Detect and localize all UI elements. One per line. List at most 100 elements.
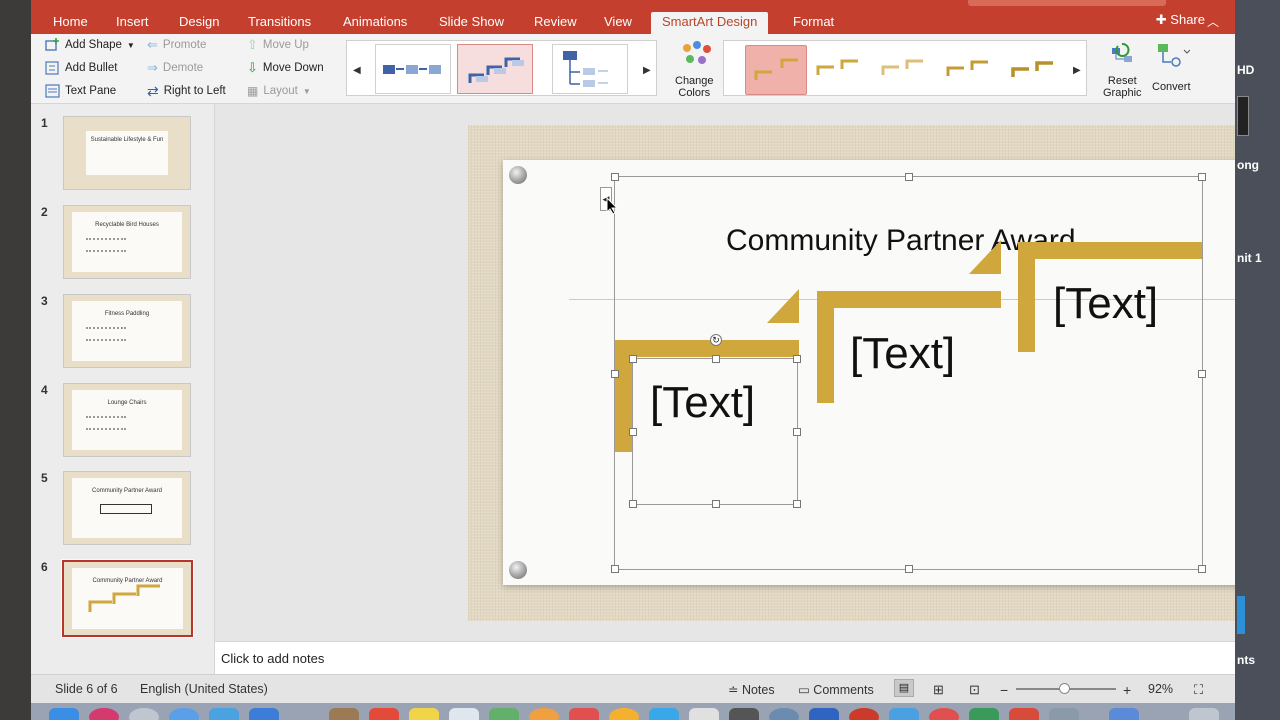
style-thumbnail[interactable] <box>810 45 872 95</box>
change-colors-button[interactable]: Change Colors <box>671 40 721 100</box>
slide-6[interactable]: Community Partner Award [Text] [Text] [T… <box>468 125 1235 621</box>
app-icon[interactable] <box>609 708 639 720</box>
app-icon[interactable] <box>649 708 679 720</box>
promote-button[interactable]: ⇐ Promote <box>147 35 206 55</box>
resize-handle[interactable] <box>611 565 619 573</box>
language-indicator[interactable]: English (United States) <box>140 682 268 696</box>
resize-handle[interactable] <box>1198 173 1206 181</box>
app-icon[interactable] <box>529 708 559 720</box>
resize-handle[interactable] <box>1198 565 1206 573</box>
zoom-slider[interactable] <box>1016 683 1116 694</box>
app-icon[interactable] <box>929 708 959 720</box>
tab-review[interactable]: Review <box>534 12 577 34</box>
app-icon[interactable] <box>889 708 919 720</box>
tab-format[interactable]: Format <box>793 12 834 34</box>
style-thumbnail[interactable] <box>940 45 1002 95</box>
app-icon[interactable] <box>1049 708 1079 720</box>
tab-smartart-design[interactable]: SmartArt Design <box>651 12 769 34</box>
app-icon[interactable] <box>89 708 119 720</box>
rotate-handle-icon[interactable]: ↻ <box>710 334 722 346</box>
desktop-file-icon[interactable] <box>1237 96 1249 136</box>
layout-thumbnail-selected[interactable] <box>457 44 533 94</box>
convert-button[interactable]: Convert <box>1149 40 1197 100</box>
trash-icon[interactable] <box>1189 708 1219 720</box>
powerpoint-icon[interactable] <box>849 708 879 720</box>
resize-handle[interactable] <box>629 355 637 363</box>
gallery-next-icon[interactable]: ▶ <box>643 65 651 76</box>
fit-to-window-icon[interactable]: ⛶ <box>1194 682 1203 698</box>
gallery-next-icon[interactable]: ▶ <box>1073 65 1081 76</box>
slide-thumbnail[interactable]: Fitness Paddling <box>63 294 191 368</box>
resize-handle[interactable] <box>905 173 913 181</box>
normal-view-icon[interactable]: ▤ <box>894 679 914 697</box>
text-pane-button[interactable]: Text Pane <box>45 81 116 101</box>
slide-thumbnail-selected[interactable]: Community Partner Award <box>61 559 194 638</box>
desktop-folder-icon[interactable] <box>1237 596 1245 634</box>
slide-thumbnail[interactable]: Sustainable Lifestyle & Fun <box>63 116 191 190</box>
right-to-left-button[interactable]: ⇄ Right to Left <box>147 81 226 101</box>
slide-thumbnail[interactable]: Lounge Chairs <box>63 383 191 457</box>
app-icon[interactable] <box>449 708 479 720</box>
demote-button[interactable]: ⇒ Demote <box>147 58 203 78</box>
resize-handle[interactable] <box>905 565 913 573</box>
resize-handle[interactable] <box>1198 370 1206 378</box>
slide-sorter-icon[interactable]: ⊞ <box>933 682 944 698</box>
zoom-level[interactable]: 92% <box>1148 682 1173 696</box>
add-bullet-button[interactable]: Add Bullet <box>45 58 117 78</box>
search-input[interactable] <box>968 0 1166 6</box>
collapse-ribbon-icon[interactable]: ︿ <box>1207 13 1219 30</box>
resize-handle[interactable] <box>712 355 720 363</box>
excel-icon[interactable] <box>969 708 999 720</box>
tab-view[interactable]: View <box>604 12 632 34</box>
tab-design[interactable]: Design <box>179 12 219 34</box>
app-icon[interactable] <box>769 708 799 720</box>
app-icon[interactable] <box>329 708 359 720</box>
layout-thumbnail[interactable] <box>552 44 628 94</box>
resize-handle[interactable] <box>712 500 720 508</box>
reset-graphic-button[interactable]: Reset Graphic <box>1099 40 1147 100</box>
style-thumbnail-selected[interactable] <box>745 45 807 95</box>
slide-thumbnail[interactable]: Community Partner Award <box>63 471 191 545</box>
notes-toggle-button[interactable]: ≐ Notes <box>728 682 775 697</box>
resize-handle[interactable] <box>629 500 637 508</box>
calendar-icon[interactable] <box>369 708 399 720</box>
notes-pane[interactable]: Click to add notes <box>215 641 1235 674</box>
resize-handle[interactable] <box>793 428 801 436</box>
style-thumbnail[interactable] <box>1005 45 1067 95</box>
move-up-button[interactable]: ⇧ Move Up <box>247 35 309 55</box>
resize-handle[interactable] <box>629 428 637 436</box>
word-icon[interactable] <box>809 708 839 720</box>
add-shape-button[interactable]: Add Shape ▼ <box>45 35 135 55</box>
zoom-out-icon[interactable]: − <box>1000 682 1008 698</box>
app-icon[interactable] <box>489 708 519 720</box>
safari-icon[interactable] <box>169 708 199 720</box>
app-icon[interactable] <box>209 708 239 720</box>
comments-toggle-button[interactable]: ▭ Comments <box>798 682 874 697</box>
share-button[interactable]: ✚ Share <box>1156 12 1205 28</box>
slide-thumbnail[interactable]: Recyclable Bird Houses <box>63 205 191 279</box>
app-icon[interactable] <box>569 708 599 720</box>
tab-transitions[interactable]: Transitions <box>248 12 311 34</box>
layout-thumbnail[interactable] <box>375 44 451 94</box>
resize-handle[interactable] <box>793 500 801 508</box>
app-icon[interactable] <box>1009 708 1039 720</box>
resize-handle[interactable] <box>793 355 801 363</box>
zoom-slider-thumb[interactable] <box>1059 683 1070 694</box>
app-icon[interactable] <box>729 708 759 720</box>
resize-handle[interactable] <box>611 370 619 378</box>
app-icon[interactable] <box>249 708 279 720</box>
app-icon[interactable] <box>689 708 719 720</box>
gallery-prev-icon[interactable]: ◀ <box>353 65 361 76</box>
layout-button[interactable]: ▦ Layout ▼ <box>247 81 311 101</box>
style-thumbnail[interactable] <box>875 45 937 95</box>
resize-handle[interactable] <box>611 173 619 181</box>
tab-animations[interactable]: Animations <box>343 12 407 34</box>
selected-shape-frame[interactable]: ↻ <box>629 334 801 508</box>
finder-icon[interactable] <box>49 708 79 720</box>
notes-app-icon[interactable] <box>409 708 439 720</box>
tab-insert[interactable]: Insert <box>116 12 149 34</box>
tab-slide-show[interactable]: Slide Show <box>439 12 504 34</box>
zoom-in-icon[interactable]: + <box>1123 682 1131 698</box>
move-down-button[interactable]: ⇩ Move Down <box>247 58 324 78</box>
app-icon[interactable] <box>129 708 159 720</box>
